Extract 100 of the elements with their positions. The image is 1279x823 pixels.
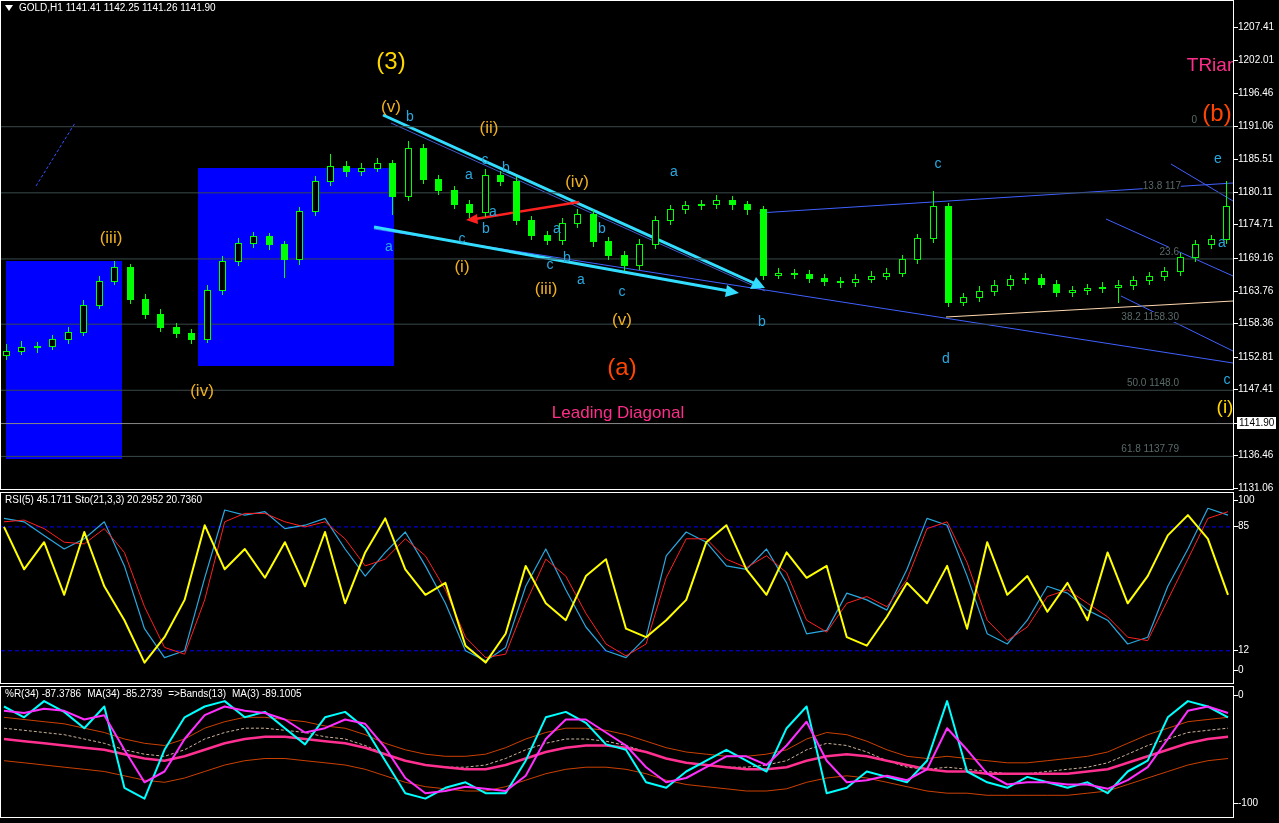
candlestick: [157, 308, 164, 333]
candlestick: [142, 293, 149, 320]
wave-label: b: [758, 314, 766, 328]
wave-label: (i): [1216, 396, 1233, 416]
candlestick: [127, 263, 134, 305]
axis-label: 1163.76: [1238, 284, 1274, 297]
candlestick: [590, 209, 597, 248]
wave-label: b: [482, 221, 490, 235]
wave-label: (ii): [479, 118, 499, 136]
axis-label: 1191.06: [1238, 119, 1274, 132]
wave-label: a: [385, 239, 393, 253]
axis-label: -100: [1238, 797, 1258, 809]
candlestick: [791, 268, 798, 280]
indicator-title: RSI(5) 45.1711 Sto(21,3,3) 20.2952 20.7360: [5, 494, 203, 505]
candlestick: [343, 161, 350, 178]
indicator-title: MA(34) -85.2739: [87, 688, 163, 699]
wave-label: a: [1218, 235, 1226, 249]
wave-label: a: [670, 164, 678, 178]
candlestick: [837, 276, 844, 289]
axis-label: 12: [1238, 643, 1250, 656]
candlestick: [682, 200, 689, 215]
fibonacci-level-label: 0: [1191, 114, 1197, 125]
candlestick: [1099, 281, 1106, 294]
wave-label: TRiar: [1186, 54, 1233, 74]
wave-label: (i): [454, 257, 470, 275]
candlestick: [1069, 285, 1076, 298]
candlestick: [250, 231, 257, 249]
candlestick: [1053, 279, 1060, 298]
axis-label: 1169.16: [1238, 251, 1274, 264]
wave-label: (iv): [190, 381, 214, 399]
candlestick: [65, 326, 72, 345]
candlestick: [374, 157, 381, 173]
axis-label: 1185.51: [1238, 153, 1274, 166]
candlestick: [466, 199, 473, 219]
candlestick: [1038, 273, 1045, 289]
fibonacci-level-label: 23.6: [1159, 246, 1179, 257]
wave-label: a: [489, 204, 497, 218]
axis-label: 1202.01: [1238, 53, 1275, 66]
candlestick: [868, 270, 875, 284]
wave-label: (b): [1202, 101, 1232, 125]
wave-label: (3): [376, 49, 406, 73]
candlestick: [405, 140, 412, 202]
candlestick: [1115, 279, 1122, 304]
candlestick: [899, 254, 906, 278]
candlestick: [266, 232, 273, 251]
candlestick: [667, 204, 674, 226]
candlestick: [852, 273, 859, 288]
candlestick: [1208, 234, 1215, 250]
candlestick: [930, 190, 937, 244]
candlestick: [451, 185, 458, 210]
candlestick: [497, 170, 504, 187]
candlestick: [1007, 274, 1014, 290]
candlestick: [420, 143, 427, 185]
trend-line: [35, 122, 76, 187]
fibonacci-level-label: 61.8 1137.79: [1121, 444, 1179, 455]
axis-label: 1196.46: [1238, 87, 1274, 100]
candlestick: [389, 159, 396, 216]
axis-label: 85: [1238, 519, 1250, 532]
candlestick: [559, 217, 566, 246]
wave-label: c: [934, 156, 942, 170]
candlestick: [327, 153, 334, 187]
candlestick: [528, 215, 535, 241]
candlestick: [1146, 271, 1153, 286]
wave-label: (v): [612, 310, 632, 328]
candlestick: [18, 340, 25, 356]
fibonacci-level-label: 13.8 117: [1142, 180, 1181, 191]
candlestick: [3, 343, 10, 361]
dropdown-icon[interactable]: [5, 4, 13, 11]
candlestick: [605, 236, 612, 261]
axis-label: 1180.11: [1238, 185, 1273, 198]
candlestick: [1161, 266, 1168, 282]
candlestick: [652, 215, 659, 250]
wave-label: Leading Diagonal: [551, 403, 685, 421]
candlestick: [744, 200, 751, 216]
candlestick: [235, 237, 242, 267]
fibonacci-level-label: 38.2 1158.30: [1121, 312, 1179, 323]
candlestick: [358, 162, 365, 177]
axis-label: 1147.41: [1238, 383, 1274, 396]
candlestick: [883, 267, 890, 281]
candlestick: [775, 267, 782, 280]
candlestick: [1192, 239, 1199, 263]
candlestick: [1022, 272, 1029, 285]
candlestick: [960, 292, 967, 307]
wave-label: c: [1223, 372, 1231, 386]
candlestick: [729, 195, 736, 211]
wave-label: a: [577, 272, 585, 286]
candlestick: [713, 194, 720, 210]
wave-label: (iii): [534, 279, 558, 297]
axis-label: 0: [1238, 688, 1244, 701]
wave-label: c: [618, 284, 626, 298]
axis-label: 1152.81: [1238, 350, 1274, 363]
candlestick: [1177, 252, 1184, 277]
chart-title: GOLD,H1 1141.41 1142.25 1141.26 1141.90: [19, 2, 216, 13]
wave-label: (a): [607, 355, 637, 379]
wave-label: c: [546, 257, 554, 271]
candlestick: [574, 208, 581, 229]
wave-label: (iii): [99, 228, 123, 246]
wave-label: b: [406, 109, 414, 123]
axis-label: 1174.71: [1238, 218, 1274, 231]
candlestick: [544, 230, 551, 246]
